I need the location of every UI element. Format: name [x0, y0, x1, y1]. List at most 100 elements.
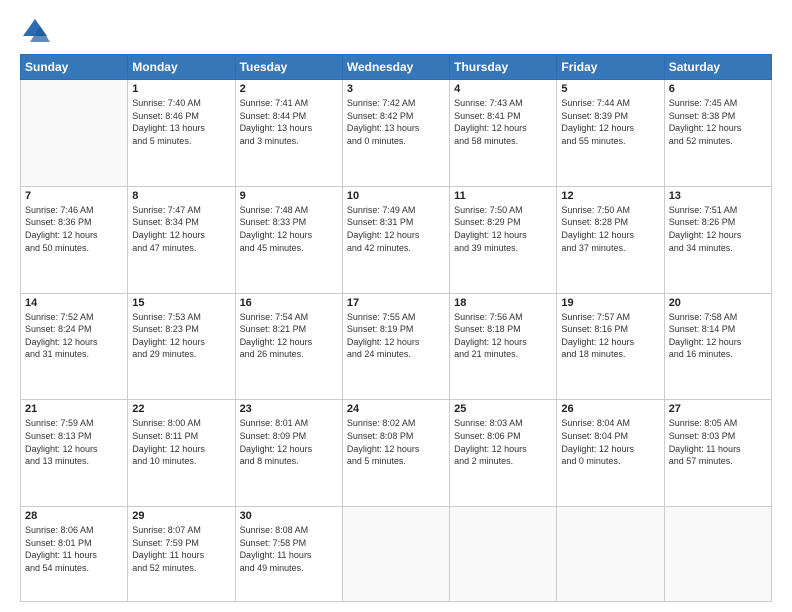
day-info: Sunrise: 7:58 AM Sunset: 8:14 PM Dayligh… [669, 311, 767, 361]
calendar-cell [450, 507, 557, 602]
calendar-cell: 1Sunrise: 7:40 AM Sunset: 8:46 PM Daylig… [128, 80, 235, 187]
calendar-cell: 24 Sunrise: 8:02 AM Sunset: 8:08 PM Dayli… [342, 400, 449, 507]
day-info: Sunrise: 7:52 AM Sunset: 8:24 PM Dayligh… [25, 311, 123, 361]
day-info: Sunrise: 8:02 AM Sunset: 8:08 PM Dayligh… [347, 417, 445, 467]
weekday-header-thursday: Thursday [450, 55, 557, 80]
day-number: 5 [561, 83, 659, 95]
week-row-1: 1Sunrise: 7:40 AM Sunset: 8:46 PM Daylig… [21, 80, 772, 187]
day-number: 10 [347, 190, 445, 202]
calendar-cell: 21 Sunrise: 7:59 AM Sunset: 8:13 PM Dayli… [21, 400, 128, 507]
calendar-cell: 5 Sunrise: 7:44 AM Sunset: 8:39 PM Daylig… [557, 80, 664, 187]
day-number: 29 [132, 510, 230, 522]
weekday-header-monday: Monday [128, 55, 235, 80]
week-row-2: 7Sunrise: 7:46 AM Sunset: 8:36 PM Daylig… [21, 186, 772, 293]
calendar-cell: 4 Sunrise: 7:43 AM Sunset: 8:41 PM Daylig… [450, 80, 557, 187]
day-info: Sunrise: 7:48 AM Sunset: 8:33 PM Dayligh… [240, 204, 338, 254]
day-info: Sunrise: 7:45 AM Sunset: 8:38 PM Dayligh… [669, 97, 767, 147]
logo [20, 16, 54, 46]
day-number: 15 [132, 297, 230, 309]
day-info: Sunrise: 8:06 AM Sunset: 8:01 PM Dayligh… [25, 524, 123, 574]
day-number: 18 [454, 297, 552, 309]
day-number: 25 [454, 403, 552, 415]
day-number: 20 [669, 297, 767, 309]
calendar-cell: 29 Sunrise: 8:07 AM Sunset: 7:59 PM Dayli… [128, 507, 235, 602]
day-info: Sunrise: 8:07 AM Sunset: 7:59 PM Dayligh… [132, 524, 230, 574]
day-info: Sunrise: 8:08 AM Sunset: 7:58 PM Dayligh… [240, 524, 338, 574]
day-info: Sunrise: 7:47 AM Sunset: 8:34 PM Dayligh… [132, 204, 230, 254]
day-number: 23 [240, 403, 338, 415]
week-row-3: 14 Sunrise: 7:52 AM Sunset: 8:24 PM Dayli… [21, 293, 772, 400]
day-info: Sunrise: 7:55 AM Sunset: 8:19 PM Dayligh… [347, 311, 445, 361]
weekday-header-tuesday: Tuesday [235, 55, 342, 80]
week-row-4: 21 Sunrise: 7:59 AM Sunset: 8:13 PM Dayli… [21, 400, 772, 507]
calendar-cell: 28Sunrise: 8:06 AM Sunset: 8:01 PM Dayli… [21, 507, 128, 602]
calendar-cell: 3Sunrise: 7:42 AM Sunset: 8:42 PM Daylig… [342, 80, 449, 187]
day-number: 21 [25, 403, 123, 415]
weekday-header-row: SundayMondayTuesdayWednesdayThursdayFrid… [21, 55, 772, 80]
calendar-cell: 25 Sunrise: 8:03 AM Sunset: 8:06 PM Dayli… [450, 400, 557, 507]
day-info: Sunrise: 7:50 AM Sunset: 8:29 PM Dayligh… [454, 204, 552, 254]
calendar-table: SundayMondayTuesdayWednesdayThursdayFrid… [20, 54, 772, 602]
day-number: 9 [240, 190, 338, 202]
day-info: Sunrise: 8:00 AM Sunset: 8:11 PM Dayligh… [132, 417, 230, 467]
calendar-cell: 18 Sunrise: 7:56 AM Sunset: 8:18 PM Dayli… [450, 293, 557, 400]
calendar-cell: 27 Sunrise: 8:05 AM Sunset: 8:03 PM Dayli… [664, 400, 771, 507]
calendar-cell [342, 507, 449, 602]
calendar-cell: 6 Sunrise: 7:45 AM Sunset: 8:38 PM Daylig… [664, 80, 771, 187]
calendar-cell: 9 Sunrise: 7:48 AM Sunset: 8:33 PM Daylig… [235, 186, 342, 293]
day-info: Sunrise: 7:54 AM Sunset: 8:21 PM Dayligh… [240, 311, 338, 361]
page: SundayMondayTuesdayWednesdayThursdayFrid… [0, 0, 792, 612]
calendar-cell: 11 Sunrise: 7:50 AM Sunset: 8:29 PM Dayli… [450, 186, 557, 293]
weekday-header-saturday: Saturday [664, 55, 771, 80]
day-number: 13 [669, 190, 767, 202]
calendar-cell [664, 507, 771, 602]
calendar-cell: 14 Sunrise: 7:52 AM Sunset: 8:24 PM Dayli… [21, 293, 128, 400]
calendar-cell [557, 507, 664, 602]
calendar-cell: 10 Sunrise: 7:49 AM Sunset: 8:31 PM Dayli… [342, 186, 449, 293]
day-number: 17 [347, 297, 445, 309]
day-info: Sunrise: 7:43 AM Sunset: 8:41 PM Dayligh… [454, 97, 552, 147]
day-info: Sunrise: 7:59 AM Sunset: 8:13 PM Dayligh… [25, 417, 123, 467]
day-number: 12 [561, 190, 659, 202]
calendar-cell: 16 Sunrise: 7:54 AM Sunset: 8:21 PM Dayli… [235, 293, 342, 400]
day-number: 8 [132, 190, 230, 202]
day-info: Sunrise: 8:05 AM Sunset: 8:03 PM Dayligh… [669, 417, 767, 467]
day-number: 3 [347, 83, 445, 95]
day-number: 16 [240, 297, 338, 309]
day-info: Sunrise: 8:01 AM Sunset: 8:09 PM Dayligh… [240, 417, 338, 467]
day-number: 24 [347, 403, 445, 415]
day-number: 14 [25, 297, 123, 309]
day-info: Sunrise: 8:04 AM Sunset: 8:04 PM Dayligh… [561, 417, 659, 467]
calendar-cell: 26 Sunrise: 8:04 AM Sunset: 8:04 PM Dayli… [557, 400, 664, 507]
day-info: Sunrise: 7:57 AM Sunset: 8:16 PM Dayligh… [561, 311, 659, 361]
day-number: 26 [561, 403, 659, 415]
calendar-cell: 17 Sunrise: 7:55 AM Sunset: 8:19 PM Dayli… [342, 293, 449, 400]
day-number: 1 [132, 83, 230, 95]
calendar-cell: 13 Sunrise: 7:51 AM Sunset: 8:26 PM Dayli… [664, 186, 771, 293]
calendar-cell: 30 Sunrise: 8:08 AM Sunset: 7:58 PM Dayli… [235, 507, 342, 602]
calendar-cell: 12 Sunrise: 7:50 AM Sunset: 8:28 PM Dayli… [557, 186, 664, 293]
day-number: 2 [240, 83, 338, 95]
logo-icon [20, 16, 50, 46]
day-info: Sunrise: 7:53 AM Sunset: 8:23 PM Dayligh… [132, 311, 230, 361]
weekday-header-wednesday: Wednesday [342, 55, 449, 80]
day-number: 6 [669, 83, 767, 95]
calendar-cell: 8 Sunrise: 7:47 AM Sunset: 8:34 PM Daylig… [128, 186, 235, 293]
day-info: Sunrise: 8:03 AM Sunset: 8:06 PM Dayligh… [454, 417, 552, 467]
week-row-5: 28Sunrise: 8:06 AM Sunset: 8:01 PM Dayli… [21, 507, 772, 602]
weekday-header-sunday: Sunday [21, 55, 128, 80]
day-number: 30 [240, 510, 338, 522]
day-number: 19 [561, 297, 659, 309]
day-info: Sunrise: 7:44 AM Sunset: 8:39 PM Dayligh… [561, 97, 659, 147]
day-number: 27 [669, 403, 767, 415]
day-info: Sunrise: 7:41 AM Sunset: 8:44 PM Dayligh… [240, 97, 338, 147]
day-info: Sunrise: 7:50 AM Sunset: 8:28 PM Dayligh… [561, 204, 659, 254]
day-number: 11 [454, 190, 552, 202]
calendar-cell: 7Sunrise: 7:46 AM Sunset: 8:36 PM Daylig… [21, 186, 128, 293]
day-info: Sunrise: 7:56 AM Sunset: 8:18 PM Dayligh… [454, 311, 552, 361]
calendar-cell: 2 Sunrise: 7:41 AM Sunset: 8:44 PM Daylig… [235, 80, 342, 187]
day-info: Sunrise: 7:51 AM Sunset: 8:26 PM Dayligh… [669, 204, 767, 254]
day-info: Sunrise: 7:49 AM Sunset: 8:31 PM Dayligh… [347, 204, 445, 254]
calendar-cell: 20 Sunrise: 7:58 AM Sunset: 8:14 PM Dayli… [664, 293, 771, 400]
day-number: 4 [454, 83, 552, 95]
